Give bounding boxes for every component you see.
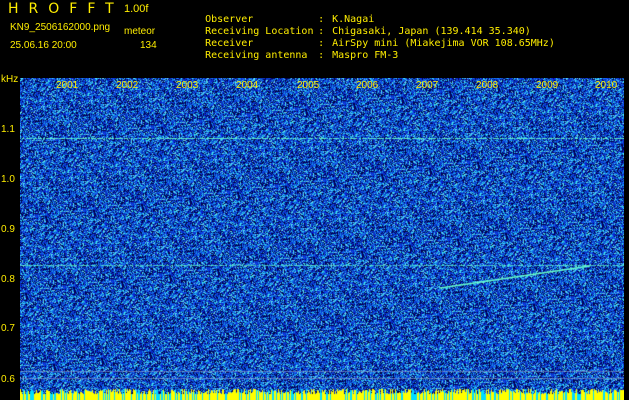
header-panel: HROFFT 1.00f KN9_2506162000.png meteor 2…: [0, 0, 629, 78]
y-axis-unit: kHz: [1, 74, 19, 85]
y-tick-label: 1.0: [1, 174, 15, 185]
meteor-count: 134: [140, 40, 157, 51]
x-tick-label: 2008: [476, 80, 499, 91]
x-tick-label: 2003: [176, 80, 199, 91]
y-tick-label: 0.7: [1, 323, 15, 334]
info-separator: :: [318, 50, 325, 61]
version-label: 1.00f: [124, 3, 149, 15]
meteor-label: meteor: [124, 26, 156, 37]
observation-datetime: 25.06.16 20:00: [10, 40, 77, 51]
y-tick-label: 0.8: [1, 274, 15, 285]
x-tick-label: 2001: [56, 80, 79, 91]
image-filename: KN9_2506162000.png: [10, 22, 111, 33]
x-tick-label: 2004: [236, 80, 259, 91]
x-tick-label: 2007: [416, 80, 439, 91]
x-tick-label: 2005: [297, 80, 320, 91]
y-tick-label: 0.9: [1, 224, 15, 235]
info-value: Maspro FM-3: [332, 50, 399, 61]
x-tick-label: 2006: [356, 80, 379, 91]
x-tick-label: 2002: [116, 80, 139, 91]
y-tick-label: 0.6: [1, 374, 15, 385]
info-row-antenna: Receiving antenna: Maspro FM-3: [181, 39, 398, 72]
x-tick-label: 2009: [536, 80, 559, 91]
spectrogram-canvas: [20, 78, 624, 400]
info-label: Receiving antenna: [205, 50, 308, 61]
y-tick-label: 1.1: [1, 124, 15, 135]
x-tick-label: 2010: [595, 80, 618, 91]
app-title: HROFFT: [8, 1, 124, 17]
